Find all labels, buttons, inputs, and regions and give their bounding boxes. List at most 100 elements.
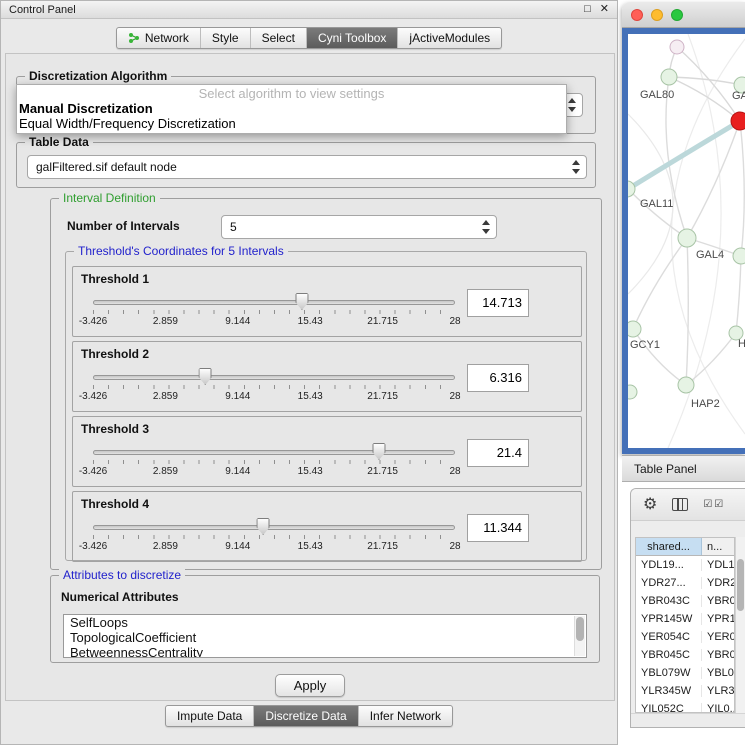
tab-select[interactable]: Select <box>251 28 307 48</box>
threshold-3-value-field[interactable]: 21.4 <box>467 439 529 467</box>
top-tab-row: Network Style Select Cyni Toolbox jActiv… <box>1 27 617 49</box>
cell[interactable]: YPR145W <box>636 613 702 625</box>
network-node[interactable] <box>733 248 745 264</box>
table-row[interactable]: YBR043C YBR0... <box>636 592 734 610</box>
tab-jactivemodules[interactable]: jActiveModules <box>398 28 501 48</box>
tab-cyni-toolbox[interactable]: Cyni Toolbox <box>307 28 398 48</box>
cell[interactable]: YDR27... <box>636 577 702 589</box>
network-node[interactable] <box>670 40 684 54</box>
numerical-attributes-label: Numerical Attributes <box>61 590 179 604</box>
threshold-coordinates-group-title: Threshold's Coordinates for 5 Intervals <box>74 244 288 258</box>
scrollbar-thumb[interactable] <box>576 617 584 641</box>
table-row[interactable]: YBR045C YBR0... <box>636 646 734 664</box>
tab-impute-data[interactable]: Impute Data <box>166 706 254 726</box>
threshold-1-thumb[interactable] <box>295 293 308 310</box>
network-graph: GAL80 GA GAL11 GAL4 GCY1 H HAP2 <box>628 34 745 448</box>
tab-infer-network[interactable]: Infer Network <box>359 706 452 726</box>
dropdown-option-equal-width[interactable]: Equal Width/Frequency Discretization <box>17 116 566 131</box>
threshold-3-slider[interactable]: -3.426 2.859 9.144 15.43 21.715 28 <box>93 443 455 483</box>
gear-icon[interactable]: ⚙ <box>643 497 657 513</box>
apply-row: Apply <box>6 674 614 697</box>
scrollbar-thumb[interactable] <box>737 559 744 611</box>
select-columns-checkbox-icons[interactable]: ☑☑ <box>703 499 725 510</box>
cell[interactable]: YLR3... <box>702 685 734 697</box>
cell[interactable]: YER054C <box>636 631 702 643</box>
network-node-gcy1[interactable] <box>628 321 641 337</box>
cell[interactable]: YDL19... <box>636 559 702 571</box>
cell[interactable]: YBR0... <box>702 595 734 607</box>
table-header-row: shared... n... <box>636 538 734 556</box>
threshold-3-slider-track[interactable] <box>93 450 455 455</box>
network-node-gal4[interactable] <box>678 229 696 247</box>
network-node[interactable] <box>628 385 637 399</box>
network-node-selected-red[interactable] <box>731 112 745 130</box>
cell[interactable]: YER0... <box>702 631 734 643</box>
threshold-2-value-field[interactable]: 6.316 <box>467 364 529 392</box>
threshold-1-value-field[interactable]: 14.713 <box>467 289 529 317</box>
columns-icon[interactable] <box>672 498 688 511</box>
table-row[interactable]: YIL052C YIL0... <box>636 700 734 713</box>
network-canvas[interactable]: GAL80 GA GAL11 GAL4 GCY1 H HAP2 <box>628 34 745 448</box>
network-view-frame: GAL80 GA GAL11 GAL4 GCY1 H HAP2 <box>622 28 745 454</box>
cell[interactable]: YBR043C <box>636 595 702 607</box>
threshold-4-thumb[interactable] <box>257 518 270 535</box>
table-row[interactable]: YDL19... YDL1... <box>636 556 734 574</box>
control-panel-titlebar[interactable]: Control Panel □ ✕ <box>1 1 617 19</box>
cell[interactable]: YIL052C <box>636 703 702 713</box>
tick-label: 15.43 <box>298 391 323 402</box>
zoom-traffic-light-icon[interactable] <box>671 9 683 21</box>
cell[interactable]: YDL1... <box>702 559 734 571</box>
list-item[interactable]: SelfLoops <box>64 615 586 630</box>
cell[interactable]: YBR0... <box>702 649 734 661</box>
close-traffic-light-icon[interactable] <box>631 9 643 21</box>
threshold-2-slider-track[interactable] <box>93 375 455 380</box>
tab-network[interactable]: Network <box>117 28 201 48</box>
threshold-4-slider-track[interactable] <box>93 525 455 530</box>
apply-button[interactable]: Apply <box>275 674 346 697</box>
tab-style[interactable]: Style <box>201 28 251 48</box>
table-row[interactable]: YBL079W YBL0... <box>636 664 734 682</box>
column-header-shared-name[interactable]: shared... <box>636 538 702 555</box>
list-item[interactable]: BetweennessCentrality <box>64 645 586 658</box>
threshold-1-tick-labels: -3.426 2.859 9.144 15.43 21.715 28 <box>93 316 455 327</box>
table-row[interactable]: YER054C YER0... <box>636 628 734 646</box>
table-hscrollbar[interactable] <box>631 713 745 727</box>
table-panel-header[interactable]: Table Panel <box>622 455 745 482</box>
list-item[interactable]: TopologicalCoefficient <box>64 630 586 645</box>
table-row[interactable]: YPR145W YPR1... <box>636 610 734 628</box>
cell[interactable]: YBL079W <box>636 667 702 679</box>
float-window-icon[interactable]: □ <box>584 4 591 15</box>
network-window-titlebar[interactable] <box>622 2 745 28</box>
threshold-1-slider-track[interactable] <box>93 300 455 305</box>
threshold-3-thumb[interactable] <box>372 443 385 460</box>
threshold-2-thumb[interactable] <box>199 368 212 385</box>
close-icon[interactable]: ✕ <box>600 4 609 15</box>
numerical-attributes-list[interactable]: SelfLoops TopologicalCoefficient Between… <box>63 614 587 658</box>
network-node-hap2[interactable] <box>678 377 694 393</box>
table-scrollbar[interactable] <box>735 537 745 713</box>
cell[interactable]: YBL0... <box>702 667 734 679</box>
tick-label: -3.426 <box>79 391 107 402</box>
cell[interactable]: YDR2... <box>702 577 734 589</box>
threshold-4-value-field[interactable]: 11.344 <box>467 514 529 542</box>
minimize-traffic-light-icon[interactable] <box>651 9 663 21</box>
window-title: Control Panel <box>9 4 575 16</box>
node-label: GAL11 <box>640 198 673 210</box>
column-header-name[interactable]: n... <box>702 538 734 555</box>
cell[interactable]: YLR345W <box>636 685 702 697</box>
threshold-2-slider[interactable]: -3.426 2.859 9.144 15.43 21.715 28 <box>93 368 455 408</box>
attributes-list-scrollbar[interactable] <box>574 616 585 656</box>
tab-discretize-data[interactable]: Discretize Data <box>254 706 358 726</box>
number-of-intervals-combobox[interactable]: 5 <box>221 215 497 239</box>
dropdown-option-manual[interactable]: Manual Discretization <box>17 101 566 116</box>
network-node-gal80[interactable] <box>661 69 677 85</box>
tick-label: 2.859 <box>153 316 178 327</box>
table-row[interactable]: YDR27... YDR2... <box>636 574 734 592</box>
cell[interactable]: YPR1... <box>702 613 734 625</box>
table-data-combobox[interactable]: galFiltered.sif default node <box>27 155 587 179</box>
threshold-1-slider[interactable]: -3.426 2.859 9.144 15.43 21.715 28 <box>93 293 455 333</box>
cell[interactable]: YBR045C <box>636 649 702 661</box>
table-row[interactable]: YLR345W YLR3... <box>636 682 734 700</box>
cell[interactable]: YIL0... <box>702 703 734 713</box>
threshold-4-slider[interactable]: -3.426 2.859 9.144 15.43 21.715 28 <box>93 518 455 558</box>
